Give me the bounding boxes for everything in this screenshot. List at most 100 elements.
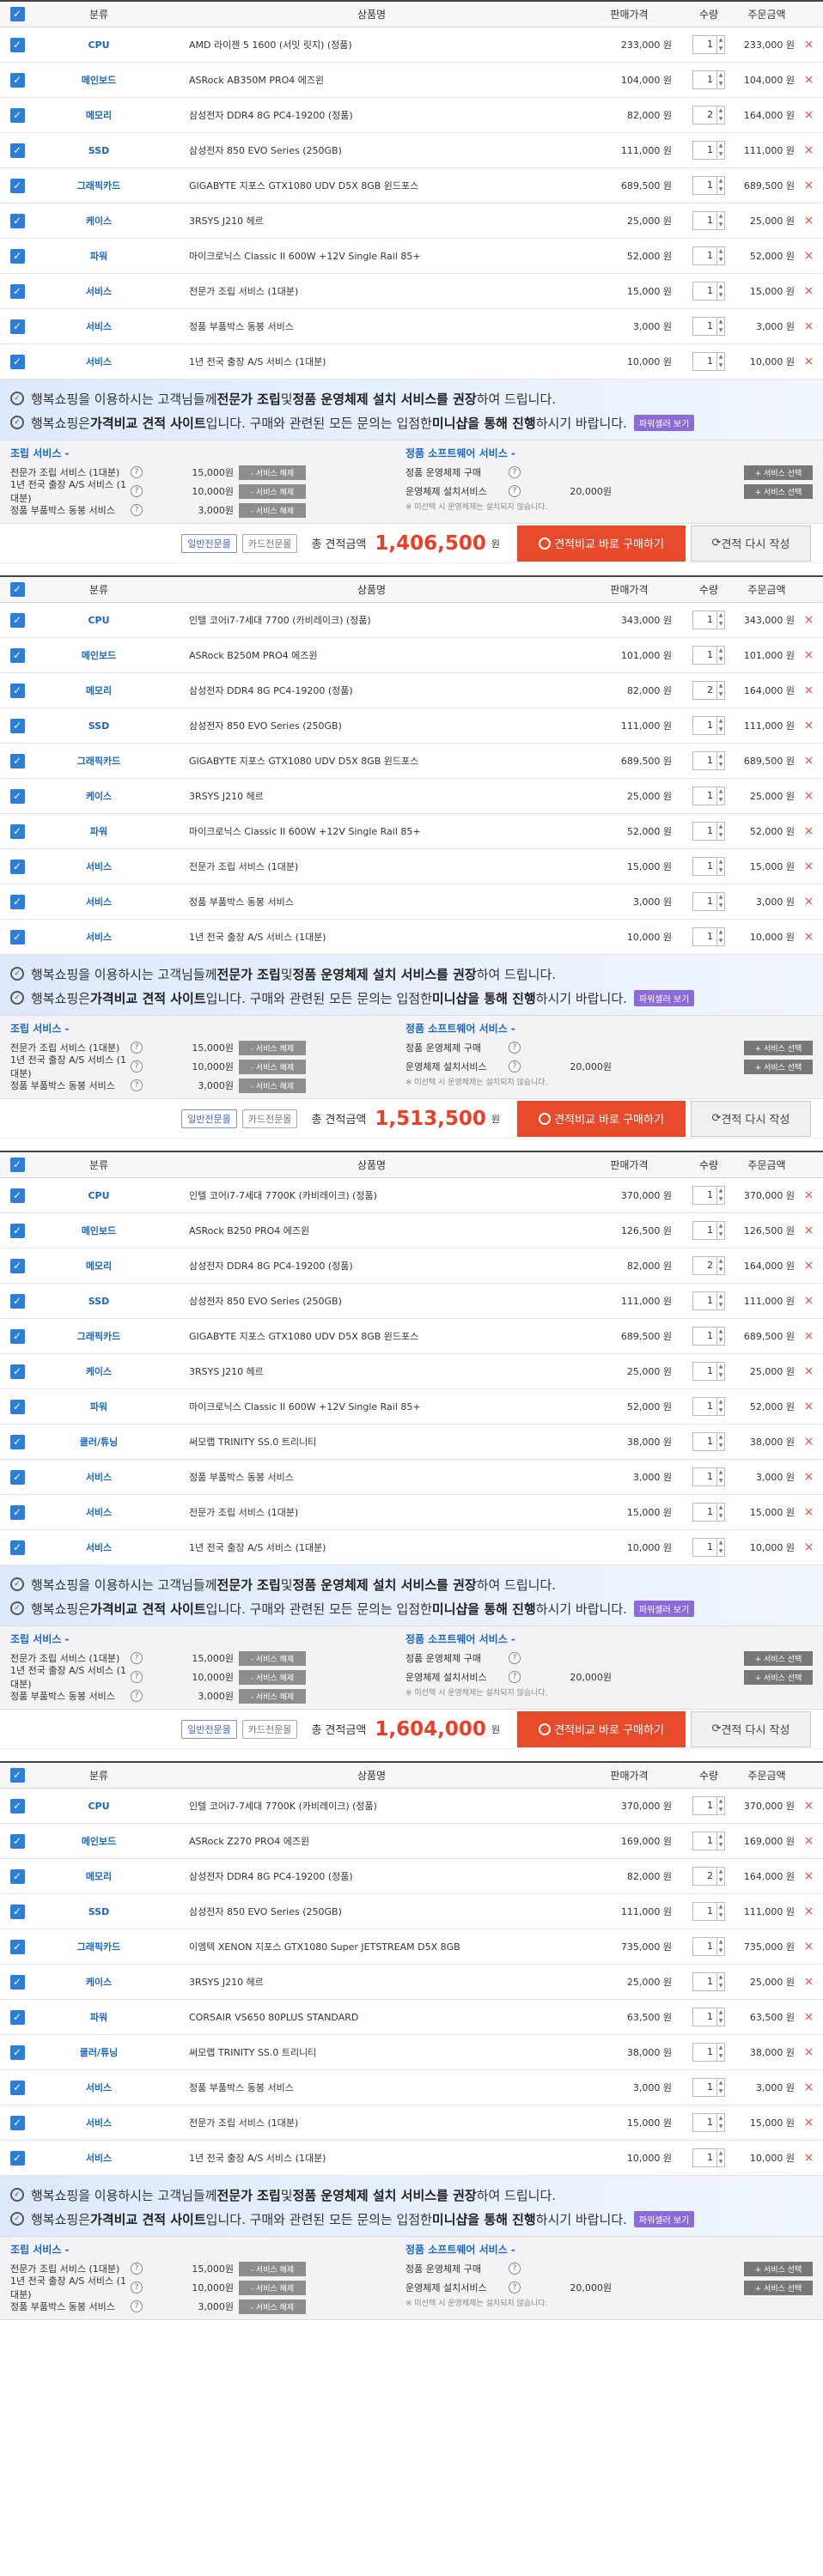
qty-down-icon[interactable]: ▼ [717,150,724,159]
qty-down-icon[interactable]: ▼ [717,1512,724,1521]
delete-icon[interactable]: × [795,1975,823,1989]
help-icon[interactable]: ? [131,466,143,478]
qty-up-icon[interactable]: ▲ [717,2114,724,2123]
product-name[interactable]: 1년 전국 출장 A/S 서비스 (1대분) [163,355,580,368]
row-checkbox[interactable]: ✓ [9,894,25,909]
quantity-stepper[interactable]: 1 ▲ ▼ [692,35,725,54]
quantity-value[interactable]: 1 [693,2044,716,2061]
quantity-stepper[interactable]: 1 ▲ ▼ [692,822,725,841]
quantity-value[interactable]: 1 [693,1539,716,1556]
quantity-value[interactable]: 1 [693,2114,716,2131]
delete-icon[interactable]: × [795,1294,823,1308]
product-name[interactable]: 정품 부품박스 동봉 서비스 [163,895,580,908]
qty-up-icon[interactable]: ▲ [717,1797,724,1806]
row-checkbox[interactable]: ✓ [9,1328,25,1344]
quantity-value[interactable]: 1 [693,212,716,229]
row-checkbox[interactable]: ✓ [9,647,25,663]
delete-icon[interactable]: × [795,214,823,228]
help-icon[interactable]: ? [509,466,521,478]
row-checkbox[interactable]: ✓ [9,612,25,628]
product-name[interactable]: 삼성전자 850 EVO Series (250GB) [163,143,580,157]
qty-down-icon[interactable]: ▼ [717,796,724,805]
qty-down-icon[interactable]: ▼ [717,1477,724,1485]
product-name[interactable]: 인텔 코어i7-7세대 7700 (카비레이크) (정품) [163,613,580,627]
service-remove-button[interactable]: - 서비스 해제 [239,465,306,480]
quantity-value[interactable]: 1 [693,1433,716,1450]
card-mall-badge[interactable]: 카드전문몰 [241,1109,298,1128]
product-name[interactable]: 인텔 코어i7-7세대 7700K (카비레이크) (정품) [163,1799,580,1813]
service-remove-button[interactable]: - 서비스 해제 [239,2261,306,2276]
qty-up-icon[interactable]: ▲ [717,353,724,361]
qty-down-icon[interactable]: ▼ [717,115,724,124]
delete-icon[interactable]: × [795,895,823,908]
row-checkbox[interactable]: ✓ [9,1974,25,1990]
qty-up-icon[interactable]: ▲ [717,752,724,761]
qty-up-icon[interactable]: ▲ [717,1398,724,1406]
product-name[interactable]: ASRock Z270 PRO4 에즈윈 [163,1834,580,1848]
quantity-stepper[interactable]: 1 ▲ ▼ [692,1221,725,1240]
delete-icon[interactable]: × [795,1470,823,1484]
quantity-stepper[interactable]: 1 ▲ ▼ [692,2043,725,2062]
qty-down-icon[interactable]: ▼ [717,831,724,840]
quantity-value[interactable]: 1 [693,1832,716,1850]
service-select-button[interactable]: + 서비스 선택 [744,2280,813,2295]
qty-down-icon[interactable]: ▼ [717,1266,724,1274]
quantity-stepper[interactable]: 1 ▲ ▼ [692,751,725,770]
quantity-stepper[interactable]: 1 ▲ ▼ [692,2078,725,2097]
row-checkbox[interactable]: ✓ [9,1540,25,1555]
quantity-value[interactable]: 1 [693,752,716,769]
qty-down-icon[interactable]: ▼ [717,326,724,335]
quantity-stepper[interactable]: 1 ▲ ▼ [692,1832,725,1850]
quantity-stepper[interactable]: 2 ▲ ▼ [692,106,725,125]
quantity-stepper[interactable]: 1 ▲ ▼ [692,1397,725,1416]
quantity-value[interactable]: 1 [693,1398,716,1415]
qty-down-icon[interactable]: ▼ [717,2158,724,2166]
quantity-value[interactable]: 1 [693,647,716,664]
quantity-stepper[interactable]: 1 ▲ ▼ [692,1538,725,1557]
product-name[interactable]: ASRock B250 PRO4 에즈윈 [163,1224,580,1237]
quantity-stepper[interactable]: 1 ▲ ▼ [692,2148,725,2167]
service-select-button[interactable]: + 서비스 선택 [744,1650,813,1666]
quantity-stepper[interactable]: 1 ▲ ▼ [692,211,725,230]
row-checkbox[interactable]: ✓ [9,107,25,123]
qty-up-icon[interactable]: ▲ [717,1468,724,1477]
delete-icon[interactable]: × [795,1540,823,1554]
delete-icon[interactable]: × [795,1435,823,1449]
qty-up-icon[interactable]: ▲ [717,283,724,291]
product-name[interactable]: 1년 전국 출장 A/S 서비스 (1대분) [163,1540,580,1554]
qty-down-icon[interactable]: ▼ [717,1911,724,1920]
qty-down-icon[interactable]: ▼ [717,2123,724,2131]
help-icon[interactable]: ? [509,1060,521,1072]
service-remove-button[interactable]: - 서비스 해제 [239,1669,306,1685]
quantity-value[interactable]: 1 [693,283,716,300]
product-name[interactable]: 써모랩 TRINITY SS.0 트리니티 [163,1435,580,1449]
qty-down-icon[interactable]: ▼ [717,726,724,734]
quantity-stepper[interactable]: 1 ▲ ▼ [692,1902,725,1921]
qty-up-icon[interactable]: ▲ [717,858,724,866]
help-icon[interactable]: ? [509,485,521,497]
delete-icon[interactable]: × [795,2045,823,2059]
help-icon[interactable]: ? [131,2300,143,2312]
service-select-button[interactable]: + 서비스 선택 [744,465,813,480]
quantity-stepper[interactable]: 1 ▲ ▼ [692,176,725,195]
qty-up-icon[interactable]: ▲ [717,1973,724,1982]
quantity-value[interactable]: 1 [693,1504,716,1521]
quantity-stepper[interactable]: 1 ▲ ▼ [692,2113,725,2132]
qty-down-icon[interactable]: ▼ [717,2017,724,2026]
row-checkbox[interactable]: ✓ [9,178,25,193]
qty-up-icon[interactable]: ▲ [717,893,724,902]
service-select-button[interactable]: + 서비스 선택 [744,2261,813,2276]
service-remove-button[interactable]: - 서비스 해제 [239,483,306,499]
quantity-stepper[interactable]: 1 ▲ ▼ [692,857,725,876]
delete-icon[interactable]: × [795,319,823,333]
qty-down-icon[interactable]: ▼ [717,1371,724,1380]
delete-icon[interactable]: × [795,2151,823,2165]
help-icon[interactable]: ? [131,1652,143,1664]
product-name[interactable]: 3RSYS J210 헤르 [163,214,580,228]
qty-down-icon[interactable]: ▼ [717,1195,724,1204]
qty-up-icon[interactable]: ▲ [717,682,724,690]
quantity-value[interactable]: 1 [693,142,716,159]
quantity-stepper[interactable]: 1 ▲ ▼ [692,282,725,301]
general-mall-badge[interactable]: 일반전문몰 [181,1109,237,1128]
qty-up-icon[interactable]: ▲ [717,1363,724,1371]
